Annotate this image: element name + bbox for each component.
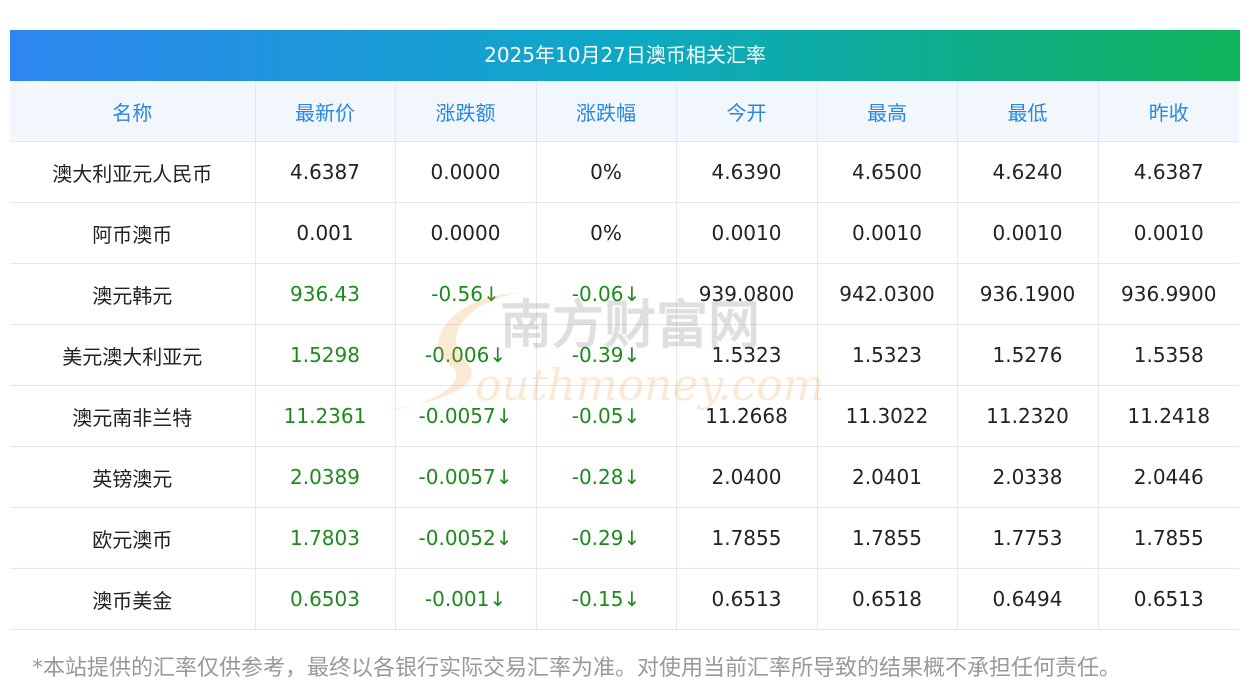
header-high: 最高	[816, 81, 957, 142]
cell-change-pct: -0.15↓	[535, 568, 676, 630]
cell-prev-close: 2.0446	[1097, 446, 1239, 508]
cell-change-pct: -0.06↓	[535, 263, 676, 325]
row-name: 澳元韩元	[10, 263, 255, 325]
cell-high: 1.5323	[816, 324, 957, 386]
table-row: 澳元南非兰特 11.2361 -0.0057↓ -0.05↓ 11.2668 11.302…	[10, 385, 1239, 447]
cell-prev-close: 0.0010	[1097, 202, 1239, 264]
cell-open: 11.2668	[675, 385, 817, 447]
cell-prev-close: 936.9900	[1097, 263, 1239, 325]
row-name: 英镑澳元	[10, 446, 255, 508]
header-open: 今开	[675, 81, 817, 142]
exchange-rate-table: 名称 最新价 涨跌额 涨跌幅 今开 最高 最低 昨收 澳大利亚元人民币 4.638…	[10, 81, 1239, 630]
cell-high: 2.0401	[816, 446, 957, 508]
table-row: 阿币澳币 0.001 0.0000 0% 0.0010 0.0010 0.0010 0.001…	[10, 202, 1239, 264]
cell-open: 1.7855	[675, 507, 817, 569]
cell-low: 1.7753	[956, 507, 1098, 569]
cell-open: 1.5323	[675, 324, 817, 386]
header-latest: 最新价	[254, 81, 395, 142]
cell-change: -0.006↓	[394, 324, 536, 386]
header-change-pct: 涨跌幅	[535, 81, 676, 142]
row-name: 欧元澳币	[10, 507, 255, 569]
cell-high: 0.6518	[816, 568, 957, 630]
cell-latest: 0.6503	[254, 568, 395, 630]
cell-high: 1.7855	[816, 507, 957, 569]
row-name: 澳大利亚元人民币	[10, 141, 255, 203]
cell-change-pct: -0.05↓	[535, 385, 676, 447]
cell-low: 2.0338	[956, 446, 1098, 508]
cell-latest: 1.7803	[254, 507, 395, 569]
cell-prev-close: 0.6513	[1097, 568, 1239, 630]
cell-change-pct: 0%	[535, 202, 676, 264]
row-name: 阿币澳币	[10, 202, 255, 264]
header-change: 涨跌额	[394, 81, 536, 142]
cell-change: 0.0000	[394, 202, 536, 264]
row-name: 美元澳大利亚元	[10, 324, 255, 386]
row-name: 澳币美金	[10, 568, 255, 630]
cell-change: -0.0057↓	[394, 385, 536, 447]
cell-change-pct: -0.28↓	[535, 446, 676, 508]
cell-high: 11.3022	[816, 385, 957, 447]
table-row: 美元澳大利亚元 1.5298 -0.006↓ -0.39↓ 1.5323 1.5323 1.…	[10, 324, 1239, 386]
cell-prev-close: 4.6387	[1097, 141, 1239, 203]
row-name: 澳元南非兰特	[10, 385, 255, 447]
cell-high: 4.6500	[816, 141, 957, 203]
cell-change: 0.0000	[394, 141, 536, 203]
cell-latest: 2.0389	[254, 446, 395, 508]
cell-low: 0.0010	[956, 202, 1098, 264]
cell-latest: 0.001	[254, 202, 395, 264]
table-title: 2025年10月27日澳币相关汇率	[10, 30, 1240, 81]
cell-low: 11.2320	[956, 385, 1098, 447]
cell-change: -0.0057↓	[394, 446, 536, 508]
header-prev-close: 昨收	[1097, 81, 1239, 142]
cell-latest: 1.5298	[254, 324, 395, 386]
table-row: 澳币美金 0.6503 -0.001↓ -0.15↓ 0.6513 0.6518 0.649…	[10, 568, 1239, 630]
cell-latest: 4.6387	[254, 141, 395, 203]
cell-high: 0.0010	[816, 202, 957, 264]
cell-low: 936.1900	[956, 263, 1098, 325]
cell-high: 942.0300	[816, 263, 957, 325]
cell-latest: 936.43	[254, 263, 395, 325]
cell-open: 0.6513	[675, 568, 817, 630]
table-row: 欧元澳币 1.7803 -0.0052↓ -0.29↓ 1.7855 1.7855 1.77…	[10, 507, 1239, 569]
cell-prev-close: 1.7855	[1097, 507, 1239, 569]
cell-open: 939.0800	[675, 263, 817, 325]
disclaimer-footnote: *本站提供的汇率仅供参考，最终以各银行实际交易汇率为准。对使用当前汇率所导致的结…	[32, 656, 1122, 681]
cell-change: -0.56↓	[394, 263, 536, 325]
table-header-row: 名称 最新价 涨跌额 涨跌幅 今开 最高 最低 昨收	[10, 81, 1239, 142]
cell-change: -0.0052↓	[394, 507, 536, 569]
cell-prev-close: 11.2418	[1097, 385, 1239, 447]
cell-open: 4.6390	[675, 141, 817, 203]
cell-change-pct: -0.29↓	[535, 507, 676, 569]
header-low: 最低	[956, 81, 1098, 142]
cell-low: 0.6494	[956, 568, 1098, 630]
table-row: 英镑澳元 2.0389 -0.0057↓ -0.28↓ 2.0400 2.0401 2.03…	[10, 446, 1239, 508]
header-name: 名称	[10, 81, 255, 142]
cell-change-pct: 0%	[535, 141, 676, 203]
cell-change: -0.001↓	[394, 568, 536, 630]
cell-change-pct: -0.39↓	[535, 324, 676, 386]
cell-low: 1.5276	[956, 324, 1098, 386]
cell-prev-close: 1.5358	[1097, 324, 1239, 386]
cell-open: 0.0010	[675, 202, 817, 264]
cell-low: 4.6240	[956, 141, 1098, 203]
cell-open: 2.0400	[675, 446, 817, 508]
table-row: 澳元韩元 936.43 -0.56↓ -0.06↓ 939.0800 942.0300 93…	[10, 263, 1239, 325]
cell-latest: 11.2361	[254, 385, 395, 447]
table-row: 澳大利亚元人民币 4.6387 0.0000 0% 4.6390 4.6500 4.6240…	[10, 141, 1239, 203]
